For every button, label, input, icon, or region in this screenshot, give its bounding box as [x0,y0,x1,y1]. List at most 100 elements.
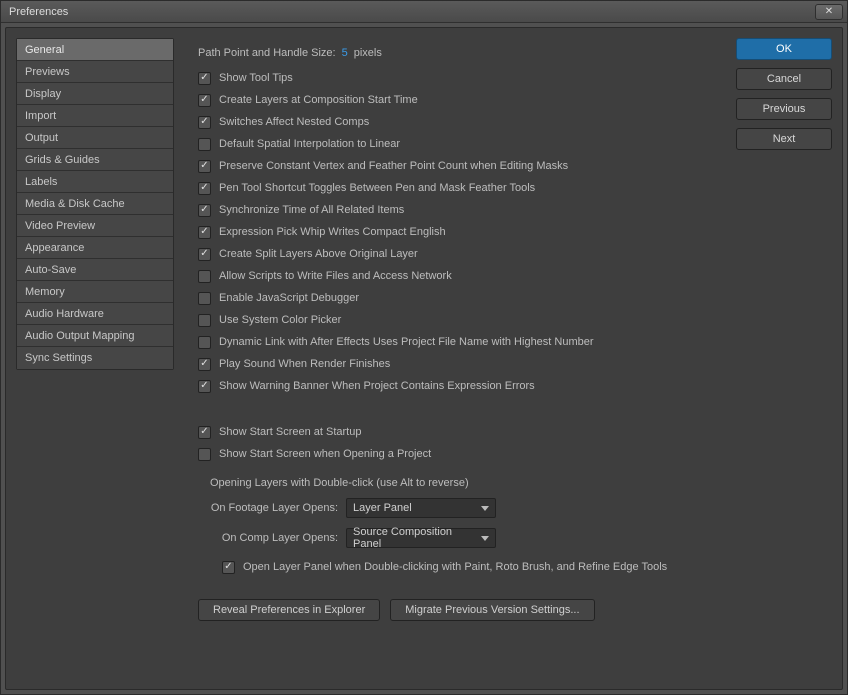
sidebar-item-output[interactable]: Output [17,127,173,149]
checkbox-label: Expression Pick Whip Writes Compact Engl… [219,226,446,238]
checkbox-label: Pen Tool Shortcut Toggles Between Pen an… [219,182,535,194]
comp-layer-row: On Comp Layer Opens: Source Composition … [210,526,722,550]
reveal-prefs-button[interactable]: Reveal Preferences in Explorer [198,599,380,621]
chevron-down-icon [481,536,489,541]
bottom-button-row: Reveal Preferences in Explorer Migrate P… [198,599,722,621]
path-point-units: pixels [354,47,382,59]
checkbox[interactable] [198,358,211,371]
sidebar-item-appearance[interactable]: Appearance [17,237,173,259]
checkbox-row: Show Start Screen when Opening a Project [198,443,722,465]
checkbox-row: Preserve Constant Vertex and Feather Poi… [198,155,722,177]
sidebar-item-audio-hardware[interactable]: Audio Hardware [17,303,173,325]
checkbox-label: Synchronize Time of All Related Items [219,204,404,216]
open-layer-panel-label: Open Layer Panel when Double-clicking wi… [243,561,667,573]
checkbox-label: Create Split Layers Above Original Layer [219,248,418,260]
cancel-label: Cancel [767,73,801,85]
close-icon: ✕ [825,6,833,17]
checkbox-row: Show Warning Banner When Project Contain… [198,375,722,397]
checkbox[interactable] [198,226,211,239]
category-sidebar: GeneralPreviewsDisplayImportOutputGrids … [16,38,174,370]
checkbox[interactable] [198,270,211,283]
window-title: Preferences [5,6,815,18]
checkbox[interactable] [198,448,211,461]
titlebar: Preferences ✕ [1,1,847,23]
comp-layer-value: Source Composition Panel [353,526,481,550]
checkbox[interactable] [198,72,211,85]
ok-label: OK [776,43,792,55]
dialog-button-column: OK Cancel Previous Next [736,38,832,679]
checkbox-row: Synchronize Time of All Related Items [198,199,722,221]
checkbox-row: Switches Affect Nested Comps [198,111,722,133]
footage-layer-label: On Footage Layer Opens: [210,502,338,514]
checkbox-label: Use System Color Picker [219,314,341,326]
checkbox-row: Show Start Screen at Startup [198,421,722,443]
checkbox[interactable] [198,380,211,393]
sidebar-item-sync-settings[interactable]: Sync Settings [17,347,173,369]
sidebar-item-import[interactable]: Import [17,105,173,127]
footage-layer-value: Layer Panel [353,502,481,514]
next-button[interactable]: Next [736,128,832,150]
checkbox-label: Preserve Constant Vertex and Feather Poi… [219,160,568,172]
checkbox-label: Create Layers at Composition Start Time [219,94,418,106]
checkbox-label: Show Warning Banner When Project Contain… [219,380,535,392]
sidebar-item-audio-output-mapping[interactable]: Audio Output Mapping [17,325,173,347]
checkbox-row: Show Tool Tips [198,67,722,89]
footage-layer-row: On Footage Layer Opens: Layer Panel [210,496,722,520]
open-layer-panel-row: Open Layer Panel when Double-clicking wi… [210,556,722,578]
sidebar-item-grids-guides[interactable]: Grids & Guides [17,149,173,171]
checkbox-row: Allow Scripts to Write Files and Access … [198,265,722,287]
sidebar-item-media-disk-cache[interactable]: Media & Disk Cache [17,193,173,215]
comp-layer-label: On Comp Layer Opens: [210,532,338,544]
checkbox-row: Use System Color Picker [198,309,722,331]
migrate-settings-label: Migrate Previous Version Settings... [405,604,579,616]
open-layer-panel-checkbox[interactable] [222,561,235,574]
checkbox[interactable] [198,182,211,195]
checkbox-row: Dynamic Link with After Effects Uses Pro… [198,331,722,353]
checkbox-label: Dynamic Link with After Effects Uses Pro… [219,336,594,348]
footage-layer-dropdown[interactable]: Layer Panel [346,498,496,518]
checkbox[interactable] [198,336,211,349]
checkbox[interactable] [198,204,211,217]
checkbox[interactable] [198,94,211,107]
migrate-settings-button[interactable]: Migrate Previous Version Settings... [390,599,594,621]
checkbox-row: Create Split Layers Above Original Layer [198,243,722,265]
opening-group-label: Opening Layers with Double-click (use Al… [198,477,722,489]
sidebar-item-memory[interactable]: Memory [17,281,173,303]
sidebar-item-previews[interactable]: Previews [17,61,173,83]
checkbox-label: Show Start Screen when Opening a Project [219,448,431,460]
chevron-down-icon [481,506,489,511]
checkbox-row: Default Spatial Interpolation to Linear [198,133,722,155]
checkbox-row: Pen Tool Shortcut Toggles Between Pen an… [198,177,722,199]
checkbox-label: Allow Scripts to Write Files and Access … [219,270,452,282]
previous-label: Previous [763,103,806,115]
checkbox[interactable] [198,314,211,327]
path-point-value[interactable]: 5 [342,47,348,59]
checkbox[interactable] [198,160,211,173]
sidebar-item-auto-save[interactable]: Auto-Save [17,259,173,281]
sidebar-item-display[interactable]: Display [17,83,173,105]
next-label: Next [773,133,796,145]
cancel-button[interactable]: Cancel [736,68,832,90]
checkbox-label: Enable JavaScript Debugger [219,292,359,304]
general-checkbox-list: Show Tool Tips Create Layers at Compositi… [198,67,722,397]
comp-layer-dropdown[interactable]: Source Composition Panel [346,528,496,548]
checkbox-row: Enable JavaScript Debugger [198,287,722,309]
sidebar-item-labels[interactable]: Labels [17,171,173,193]
sidebar-item-general[interactable]: General [17,39,173,61]
previous-button[interactable]: Previous [736,98,832,120]
general-panel: Path Point and Handle Size: 5 pixels Sho… [184,38,726,679]
path-point-label: Path Point and Handle Size: [198,47,336,59]
checkbox-row: Expression Pick Whip Writes Compact Engl… [198,221,722,243]
dialog-body: GeneralPreviewsDisplayImportOutputGrids … [5,27,843,690]
close-button[interactable]: ✕ [815,4,843,20]
reveal-prefs-label: Reveal Preferences in Explorer [213,604,365,616]
ok-button[interactable]: OK [736,38,832,60]
checkbox[interactable] [198,138,211,151]
checkbox-row: Create Layers at Composition Start Time [198,89,722,111]
sidebar-item-video-preview[interactable]: Video Preview [17,215,173,237]
checkbox-label: Show Start Screen at Startup [219,426,361,438]
checkbox[interactable] [198,426,211,439]
checkbox[interactable] [198,248,211,261]
checkbox[interactable] [198,292,211,305]
checkbox[interactable] [198,116,211,129]
